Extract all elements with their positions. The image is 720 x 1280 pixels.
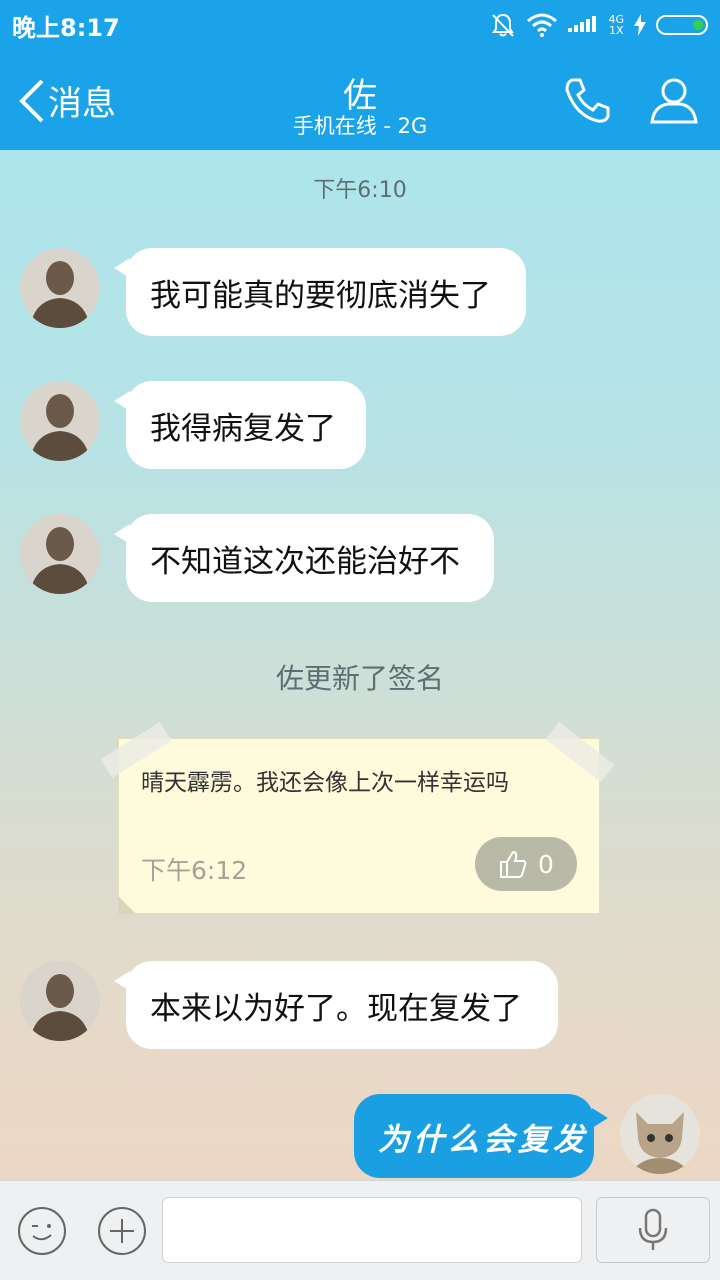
page-curl bbox=[118, 896, 136, 914]
message-bubble-outgoing[interactable]: 为什么会复发 bbox=[354, 1094, 608, 1178]
message-text: 本来以为好了。现在复发了 bbox=[150, 990, 522, 1027]
phone-icon bbox=[565, 78, 610, 123]
network-type: 4G 1X bbox=[608, 14, 624, 36]
person-icon bbox=[650, 78, 698, 124]
battery-level bbox=[693, 20, 703, 30]
status-time: 晚上8:17 bbox=[12, 14, 120, 42]
plus-icon bbox=[110, 1219, 134, 1243]
system-notice: 佐更新了签名 bbox=[275, 662, 444, 695]
message-bubble-incoming[interactable]: 不知道这次还能治好不 bbox=[114, 514, 494, 602]
avatar-photo bbox=[20, 248, 100, 328]
call-button[interactable] bbox=[562, 74, 614, 126]
signal-icon bbox=[568, 16, 597, 32]
my-avatar[interactable] bbox=[620, 1094, 700, 1174]
message-bubble-incoming[interactable]: 我得病复发了 bbox=[114, 381, 366, 469]
contact-avatar[interactable] bbox=[20, 248, 100, 328]
chat-header: 消息 佐 手机在线 - 2G bbox=[0, 50, 720, 150]
emoji-button[interactable] bbox=[18, 1207, 66, 1255]
emoji-icon bbox=[32, 1224, 52, 1241]
voice-button[interactable] bbox=[596, 1197, 710, 1263]
battery-icon bbox=[656, 15, 708, 35]
message-bubble-incoming[interactable]: 我可能真的要彻底消失了 bbox=[114, 248, 526, 336]
input-bar bbox=[0, 1180, 720, 1280]
tape-right bbox=[545, 721, 615, 783]
bell-muted-icon bbox=[492, 13, 515, 37]
signature-card[interactable]: 晴天霹雳。我还会像上次一样幸运吗 下午6:12 0 bbox=[100, 721, 615, 914]
message-text: 我得病复发了 bbox=[150, 410, 336, 447]
status-icons: 4G 1X bbox=[490, 10, 708, 40]
message-bubble-incoming[interactable]: 本来以为好了。现在复发了 bbox=[114, 961, 558, 1049]
signature-text: 晴天霹雳。我还会像上次一样幸运吗 bbox=[141, 770, 509, 796]
chat-timestamp: 下午6:10 bbox=[313, 178, 407, 203]
contact-avatar[interactable] bbox=[20, 514, 100, 594]
signature-time: 下午6:12 bbox=[141, 856, 248, 885]
add-button[interactable] bbox=[98, 1207, 146, 1255]
contact-avatar[interactable] bbox=[20, 381, 100, 461]
wifi-icon bbox=[527, 13, 558, 37]
like-count: 0 bbox=[538, 849, 554, 879]
message-text: 我可能真的要彻底消失了 bbox=[150, 277, 491, 314]
profile-button[interactable] bbox=[648, 74, 700, 126]
contact-avatar[interactable] bbox=[20, 961, 100, 1041]
charging-icon bbox=[634, 14, 646, 36]
avatar-photo bbox=[20, 514, 100, 594]
message-input[interactable] bbox=[162, 1197, 582, 1263]
microphone-icon bbox=[638, 1208, 668, 1250]
message-text: 为什么会复发 bbox=[378, 1121, 588, 1158]
thumbs-up-icon bbox=[500, 850, 527, 878]
avatar-photo bbox=[20, 381, 100, 461]
status-bar: 晚上8:17 4G 1X bbox=[0, 0, 720, 50]
avatar-photo bbox=[620, 1094, 700, 1174]
avatar-photo bbox=[20, 961, 100, 1041]
chat-screen: 晚上8:17 4G 1X 消息 佐 手机在线 - 2G 下午6:10 我可能真的… bbox=[0, 0, 720, 1280]
network-type-bottom: 1X bbox=[608, 24, 624, 37]
like-button[interactable]: 0 bbox=[475, 837, 577, 891]
message-text: 不知道这次还能治好不 bbox=[150, 543, 460, 580]
